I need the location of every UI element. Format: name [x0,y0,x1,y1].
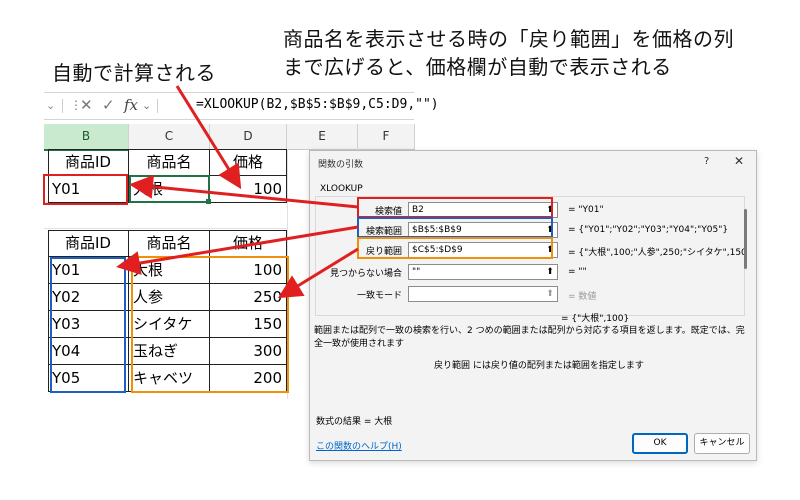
header-product-name: 商品名 [146,234,192,252]
grid-line [44,228,288,229]
argument-description: 戻り範囲 には戻り値の配列または範囲を指定します [434,361,644,371]
formula-total-value: = {"大根",100} [561,314,630,324]
help-icon[interactable]: ? [704,156,709,167]
arg-result-match-mode: = 数値 [568,292,597,302]
close-icon[interactable]: ✕ [734,154,744,168]
header-price: 価格 [232,153,263,171]
annotation-return-range-line2: まで広げると、価格欄が自動で表示される [283,55,672,79]
insert-function-icon[interactable]: fx [124,96,138,114]
column-header-d[interactable]: D [210,124,287,150]
annotation-auto-calc: 自動で計算される [52,61,216,85]
arguments-scrollbar[interactable] [744,209,747,269]
cell-lookup-price[interactable]: 100 [210,176,286,202]
arg-label-match-mode: 一致モード [356,291,402,301]
column-header-e[interactable]: E [287,124,358,150]
arg-input-match-mode[interactable] [408,286,558,302]
dialog-title: 関数の引数 [318,160,364,170]
column-header-b[interactable]: B [44,124,129,151]
arg-result-lookup-array: = {"Y01";"Y02";"Y03";"Y04";"Y05"} [568,225,729,235]
arg-result-if-not-found: = "" [568,267,587,277]
formula-bar: ⌄ ⋮ ✕ ✓ fx ⌄ =XLOOKUP(B2,$B$5:$B$9,C5:D9… [44,92,439,120]
cancel-button[interactable]: キャンセル [694,433,750,454]
column-header-c[interactable]: C [129,124,210,150]
lookup-value-arg-highlight [357,197,553,218]
fill-handle[interactable] [206,199,211,204]
active-cell-indicator [129,175,210,203]
header-price: 価格 [232,234,263,252]
header-product-name: 商品名 [146,153,192,171]
column-header-f[interactable]: F [358,124,415,150]
arg-result-lookup-value: = "Y01" [568,205,604,215]
lookup-array-highlight [50,257,126,393]
lookup-array-arg-highlight [357,217,553,238]
arg-label-if-not-found: 見つからない場合 [329,269,402,279]
divider [62,99,63,113]
enter-icon[interactable]: ✓ [102,96,115,114]
return-array-arg-highlight [357,237,553,259]
header-product-id: 商品ID [65,234,111,252]
name-box-dropdown-icon[interactable]: ⌄ [46,99,55,112]
formula-result: 数式の結果 = 大根 [316,417,393,427]
return-array-highlight [131,256,289,393]
expand-icon[interactable]: ⌄ [142,99,151,112]
arg-input-if-not-found[interactable]: "" [408,264,558,280]
cancel-icon[interactable]: ✕ [80,96,93,114]
function-description: 範囲または配列で一致の検索を行い、2 つめの範囲または配列から対応する項目を返し… [314,326,745,349]
arg-result-return-array: = {"大根",100;"人参",250;"シイタケ",150 [568,248,747,258]
lookup-value-highlight [43,174,128,205]
collapse-dialog-icon[interactable]: ⬆ [544,287,556,301]
header-product-id: 商品ID [65,153,111,171]
table-border [286,149,287,203]
function-help-link[interactable]: この関数のヘルプ(H) [316,439,402,452]
divider [157,99,158,113]
annotation-return-range-line1: 商品名を表示させる時の「戻り範囲」を価格の列 [283,27,734,51]
collapse-dialog-icon[interactable]: ⬆ [544,265,556,279]
ok-button[interactable]: OK [632,433,688,454]
function-name: XLOOKUP [320,184,363,194]
formula-input[interactable]: =XLOOKUP(B2,$B$5:$B$9,C5:D9,"") [196,97,439,112]
